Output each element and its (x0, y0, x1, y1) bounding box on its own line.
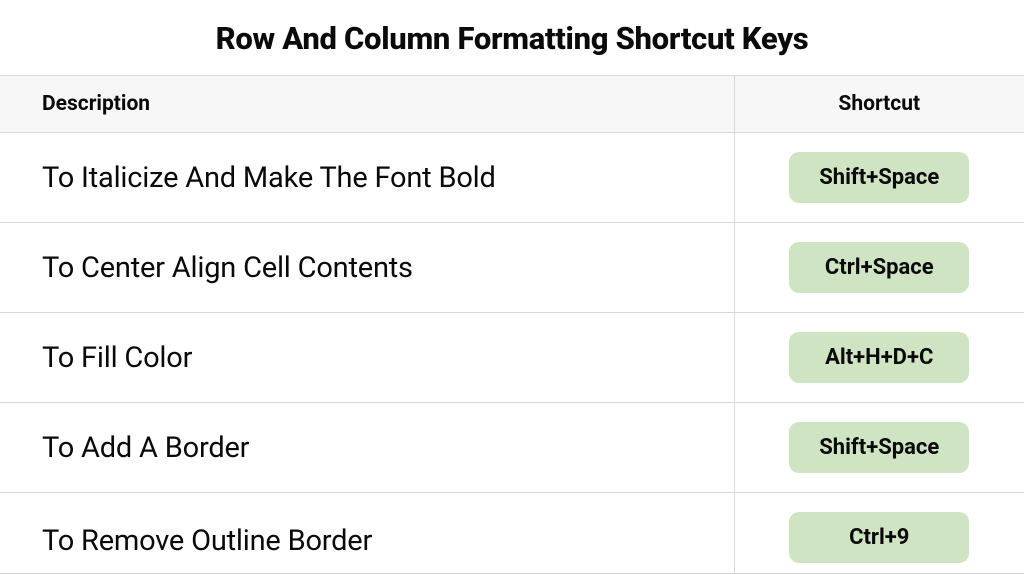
table-row: To Italicize And Make The Font Bold Shif… (0, 133, 1024, 223)
shortcut-cell: Shift+Space (734, 403, 1024, 493)
shortcut-table: Description Shortcut To Italicize And Ma… (0, 75, 1024, 574)
description-cell: To Italicize And Make The Font Bold (0, 133, 734, 223)
shortcut-cell: Ctrl+9 (734, 493, 1024, 574)
table-header-row: Description Shortcut (0, 76, 1024, 133)
shortcut-pill: Ctrl+Space (789, 242, 969, 293)
header-description: Description (0, 76, 734, 133)
shortcut-cell: Alt+H+D+C (734, 313, 1024, 403)
description-cell: To Center Align Cell Contents (0, 223, 734, 313)
shortcut-pill: Alt+H+D+C (789, 332, 969, 383)
description-cell: To Remove Outline Border (0, 493, 734, 574)
description-cell: To Add A Border (0, 403, 734, 493)
table-row: To Center Align Cell Contents Ctrl+Space (0, 223, 1024, 313)
table-row: To Add A Border Shift+Space (0, 403, 1024, 493)
description-cell: To Fill Color (0, 313, 734, 403)
table-row: To Fill Color Alt+H+D+C (0, 313, 1024, 403)
shortcut-pill: Shift+Space (789, 422, 969, 473)
table-row: To Remove Outline Border Ctrl+9 (0, 493, 1024, 574)
shortcut-pill: Shift+Space (789, 152, 969, 203)
header-shortcut: Shortcut (734, 76, 1024, 133)
shortcut-cell: Ctrl+Space (734, 223, 1024, 313)
shortcut-pill: Ctrl+9 (789, 512, 969, 563)
shortcut-table-container: Row And Column Formatting Shortcut Keys … (0, 0, 1024, 574)
page-title: Row And Column Formatting Shortcut Keys (0, 0, 1024, 75)
shortcut-cell: Shift+Space (734, 133, 1024, 223)
